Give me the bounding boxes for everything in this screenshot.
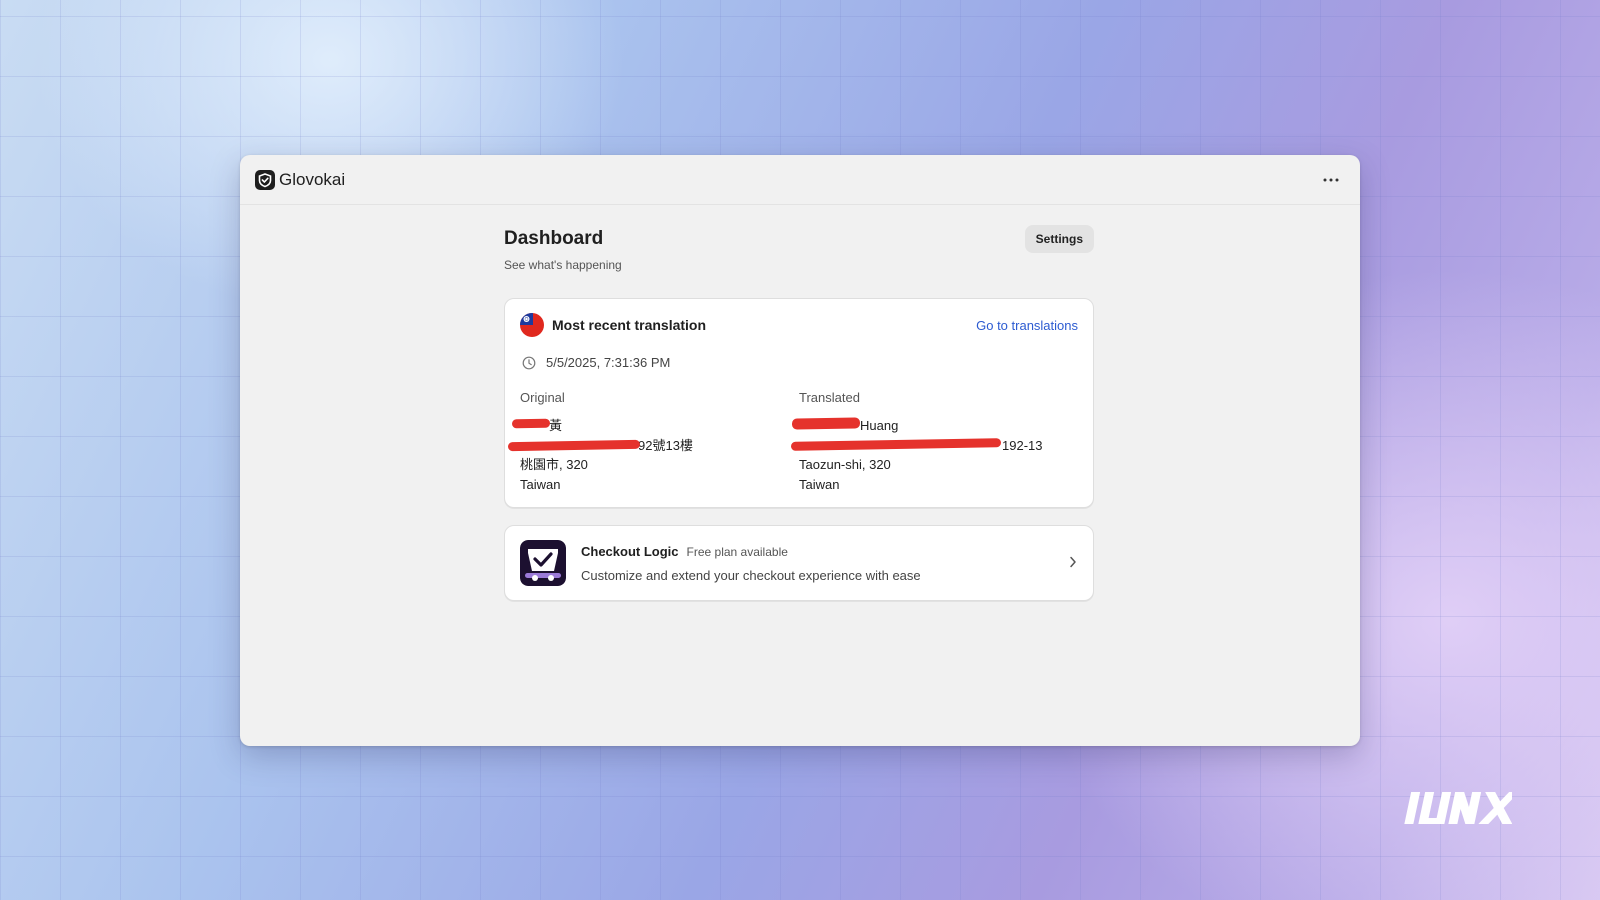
card-header: Most recent translation Go to translatio… bbox=[520, 313, 1078, 337]
original-column: Original 黃 92號13樓 桃園市, 320 Taiwan bbox=[507, 390, 799, 494]
original-line-4: Taiwan bbox=[520, 476, 561, 492]
title-bar: Glovokai bbox=[240, 155, 1360, 205]
page-header: Dashboard See what's happening Settings bbox=[504, 225, 1094, 272]
go-to-translations-link[interactable]: Go to translations bbox=[976, 318, 1078, 333]
app-text: Checkout Logic Free plan available Custo… bbox=[581, 544, 921, 583]
original-label: Original bbox=[520, 390, 565, 405]
checkout-logic-app-icon bbox=[520, 540, 566, 586]
translated-column: Translated Huang 192-13 Taozun-shi, 320 … bbox=[790, 390, 1078, 494]
card-title: Most recent translation bbox=[552, 317, 707, 333]
app-plan-label: Free plan available bbox=[686, 544, 788, 559]
app-window: Glovokai Dashboard See what's happening … bbox=[240, 155, 1360, 746]
translated-label: Translated bbox=[799, 390, 860, 405]
checkout-logic-app-card[interactable]: Checkout Logic Free plan available Custo… bbox=[504, 525, 1094, 601]
app-name-label: Checkout Logic bbox=[581, 543, 679, 559]
redaction-mark bbox=[791, 417, 861, 430]
translation-timestamp: 5/5/2025, 7:31:36 PM bbox=[546, 355, 671, 370]
clock-icon bbox=[522, 356, 536, 369]
brand: Glovokai bbox=[255, 169, 346, 190]
more-horizontal-icon bbox=[1323, 178, 1339, 181]
taiwan-flag-icon bbox=[520, 313, 544, 337]
inux-logo bbox=[1404, 792, 1512, 824]
app-description: Customize and extend your checkout exper… bbox=[581, 567, 921, 583]
original-line-3: 桃園市, 320 bbox=[520, 457, 588, 472]
chevron-right-icon bbox=[1070, 556, 1076, 568]
page-title: Dashboard bbox=[504, 228, 604, 249]
settings-button[interactable]: Settings bbox=[1024, 225, 1094, 253]
more-options-button[interactable] bbox=[1318, 167, 1344, 193]
translated-line-3: Taozun-shi, 320 bbox=[799, 457, 891, 472]
original-line-1: 黃 bbox=[549, 418, 563, 433]
translated-line-4: Taiwan bbox=[799, 476, 840, 492]
glovokai-logo-icon bbox=[255, 169, 275, 190]
page-subtitle: See what's happening bbox=[504, 258, 622, 272]
address-columns: Original 黃 92號13樓 桃園市, 320 Taiwan Transl… bbox=[507, 390, 1078, 494]
recent-translation-card: Most recent translation Go to translatio… bbox=[504, 298, 1094, 508]
app-name: Glovokai bbox=[279, 169, 346, 189]
redaction-mark bbox=[511, 418, 551, 429]
timestamp-row: 5/5/2025, 7:31:36 PM bbox=[522, 355, 1078, 370]
dashboard-content: Dashboard See what's happening Settings bbox=[504, 225, 1094, 601]
